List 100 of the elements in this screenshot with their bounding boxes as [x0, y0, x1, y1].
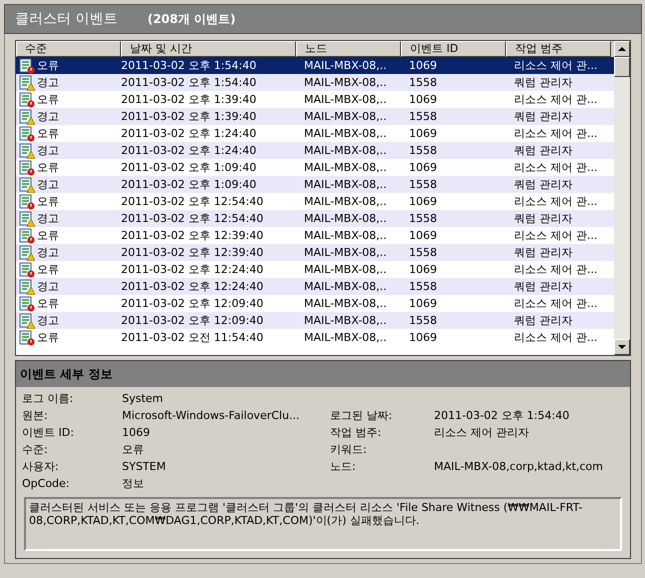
- table-cell-text: 쿼럼 관리자: [513, 75, 574, 90]
- table-cell-text: 리소스 제어 관...: [513, 194, 598, 209]
- event-message: 클러스터된 서비스 또는 응용 프로그램 '클러스터 그룹'의 클러스터 리소스 'File Share Witness (₩₩MAIL-FRT-08,CORP,KTAD,KT,COM₩DAG1,CORP,KTAD,KT,COM)'이(가) 실패했습니다.: [29, 501, 582, 527]
- event-row[interactable]: 경고 2011-03-02 오후 12:09:40 MAIL-MBX-08,.. 1558 쿼럼 관리자: [16, 312, 614, 329]
- column-header[interactable]: 작업 범주: [506, 41, 611, 57]
- event-row[interactable]: 경고 2011-03-02 오후 1:54:40 MAIL-MBX-08,.. 1558 쿼럼 관리자: [16, 74, 614, 91]
- arrow-down-icon: [618, 345, 626, 349]
- table-cell-text: 2011-03-02 오후 12:24:40: [121, 262, 264, 277]
- table-cell: 경고: [37, 109, 59, 124]
- table-cell-text: MAIL-MBX-08,..: [303, 280, 388, 293]
- table-cell-text: 1069: [408, 59, 438, 72]
- arrow-up-icon: [618, 47, 626, 51]
- table-cell-text: MAIL-MBX-08,..: [303, 110, 388, 123]
- event-count: (208개 이벤트): [147, 10, 236, 28]
- table-cell-text: 2011-03-02 오후 1:24:40: [121, 143, 258, 158]
- field-label: 사용자:: [22, 459, 60, 474]
- table-cell-text: MAIL-MBX-08,..: [303, 178, 388, 191]
- scroll-down-button[interactable]: [614, 339, 630, 355]
- table-cell-text: 리소스 제어 관...: [513, 330, 598, 345]
- table-cell-text: 1069: [408, 195, 438, 208]
- table-cell-text: 2011-03-02 오후 12:54:40: [121, 211, 264, 226]
- table-cell-text: 쿼럼 관리자: [513, 211, 574, 226]
- table-cell: 오류: [37, 92, 59, 107]
- column-header[interactable]: 날짜 및 시간: [121, 41, 296, 57]
- table-cell-text: 1069: [408, 161, 438, 174]
- table-cell-text: 1558: [408, 246, 438, 259]
- table-cell-text: 1558: [408, 314, 438, 327]
- panel-title: 클러스터 이벤트: [15, 10, 118, 28]
- table-cell-text: 2011-03-02 오후 1:09:40: [121, 177, 258, 192]
- table-cell-text: 1558: [408, 144, 438, 157]
- table-cell-text: MAIL-MBX-08,..: [303, 246, 388, 259]
- table-cell-text: 쿼럼 관리자: [513, 177, 574, 192]
- field-label: 원본:: [22, 408, 49, 423]
- table-cell-text: 쿼럼 관리자: [513, 109, 574, 124]
- table-cell-text: 1069: [408, 127, 438, 140]
- table-cell-text: 리소스 제어 관...: [513, 126, 598, 141]
- table-cell-text: 쿼럼 관리자: [513, 313, 574, 328]
- table-cell-text: 2011-03-02 오후 1:24:40: [121, 126, 258, 141]
- message-box[interactable]: 클러스터된 서비스 또는 응용 프로그램 '클러스터 그룹'의 클러스터 리소스 'File Share Witness (₩₩MAIL-FRT-08,CORP,KTAD,KT,COM₩DAG1,CORP,KTAD,KT,COM)'이(가) 실패했습니다.: [24, 497, 622, 551]
- field-value: Microsoft-Windows-FailoverClu...: [122, 409, 301, 422]
- event-row[interactable]: 경고 2011-03-02 오후 1:39:40 MAIL-MBX-08,.. 1558 쿼럼 관리자: [16, 108, 614, 125]
- table-cell: 경고: [37, 245, 59, 260]
- table-cell: 경고: [37, 75, 59, 90]
- scrollbar[interactable]: [614, 41, 630, 355]
- table-cell: 경고: [37, 211, 59, 226]
- table-cell-text: 2011-03-02 오후 1:39:40: [121, 109, 258, 124]
- table-cell-text: MAIL-MBX-08,..: [303, 331, 388, 344]
- field-label: 작업 범주:: [330, 425, 382, 440]
- column-header[interactable]: 이벤트 ID: [401, 41, 506, 57]
- table-cell-text: 리소스 제어 관...: [513, 58, 598, 73]
- table-cell: 경고: [37, 279, 59, 294]
- table-cell-text: MAIL-MBX-08,..: [303, 297, 388, 310]
- field-value: MAIL-MBX-08,corp,ktad,kt,com: [434, 460, 604, 473]
- table-cell-text: 1558: [408, 76, 438, 89]
- event-row[interactable]: 경고 2011-03-02 오후 12:24:40 MAIL-MBX-08,.. 1558 쿼럼 관리자: [16, 278, 614, 295]
- table-cell-text: MAIL-MBX-08,..: [303, 229, 388, 242]
- table-cell-text: MAIL-MBX-08,..: [303, 59, 388, 72]
- column-header[interactable]: 노드: [296, 41, 401, 57]
- table-cell-text: 2011-03-02 오후 12:09:40: [121, 296, 264, 311]
- table-cell-text: 쿼럼 관리자: [513, 245, 574, 260]
- field-value: SYSTEM: [122, 460, 167, 473]
- field-label: 키워드:: [330, 442, 368, 457]
- table-cell-text: MAIL-MBX-08,..: [303, 195, 388, 208]
- table-cell: 오류: [37, 330, 59, 345]
- event-row[interactable]: 오류 2011-03-02 오후 1:54:40 MAIL-MBX-08,.. 1069 리소스 제어 관...: [16, 57, 614, 74]
- table-cell-text: MAIL-MBX-08,..: [303, 76, 388, 89]
- field-label: 로그 이름:: [22, 391, 74, 406]
- scrollbar-thumb[interactable]: [614, 57, 630, 77]
- table-cell: 경고: [37, 143, 59, 158]
- table-cell: 오류: [37, 194, 59, 209]
- table-cell-text: 쿼럼 관리자: [513, 143, 574, 158]
- table-cell-text: 1558: [408, 178, 438, 191]
- scroll-up-button[interactable]: [614, 41, 630, 57]
- field-label: 수준:: [22, 442, 49, 457]
- event-row[interactable]: 경고 2011-03-02 오후 1:09:40 MAIL-MBX-08,.. 1558 쿼럼 관리자: [16, 176, 614, 193]
- event-row[interactable]: 경고 2011-03-02 오후 12:39:40 MAIL-MBX-08,.. 1558 쿼럼 관리자: [16, 244, 614, 261]
- event-row[interactable]: 경고 2011-03-02 오후 12:54:40 MAIL-MBX-08,.. 1558 쿼럼 관리자: [16, 210, 614, 227]
- field-label: 노드:: [330, 459, 357, 474]
- field-label: 로그된 날짜:: [330, 408, 394, 423]
- table-cell-text: 리소스 제어 관...: [513, 262, 598, 277]
- table-cell: 경고: [37, 177, 59, 192]
- details-title: 이벤트 세부 정보: [20, 366, 112, 382]
- table-cell-text: 2011-03-02 오전 11:54:40: [121, 330, 264, 345]
- field-label: 이벤트 ID:: [22, 425, 75, 440]
- table-cell-text: 1558: [408, 212, 438, 225]
- field-value: 1069: [122, 426, 151, 439]
- column-header[interactable]: 수준: [16, 41, 121, 57]
- field-label: OpCode:: [22, 477, 71, 490]
- table-cell: 오류: [37, 296, 59, 311]
- event-row[interactable]: 경고 2011-03-02 오후 1:24:40 MAIL-MBX-08,.. 1558 쿼럼 관리자: [16, 142, 614, 159]
- field-value: 오류: [122, 442, 145, 457]
- table-cell-text: 2011-03-02 오후 1:09:40: [121, 160, 258, 175]
- field-value: System: [122, 392, 164, 405]
- table-cell: 오류: [37, 228, 59, 243]
- table-cell-text: MAIL-MBX-08,..: [303, 93, 388, 106]
- table-cell-text: MAIL-MBX-08,..: [303, 212, 388, 225]
- table-cell-text: MAIL-MBX-08,..: [303, 314, 388, 327]
- table-cell-text: 2011-03-02 오후 1:54:40: [121, 58, 258, 73]
- table-cell-text: 1558: [408, 280, 438, 293]
- table-cell: 오류: [37, 126, 59, 141]
